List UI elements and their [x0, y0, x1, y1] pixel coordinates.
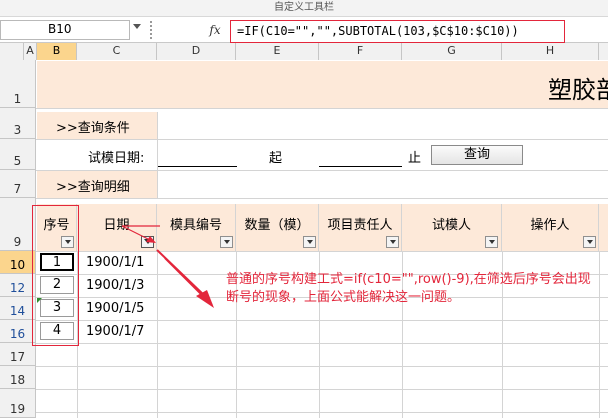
annotation-note: 普通的序号构建工式=if(c10="",row()-9),在筛选后序号会出现断号…: [226, 272, 591, 305]
annotation-arrows: [121, 225, 214, 308]
